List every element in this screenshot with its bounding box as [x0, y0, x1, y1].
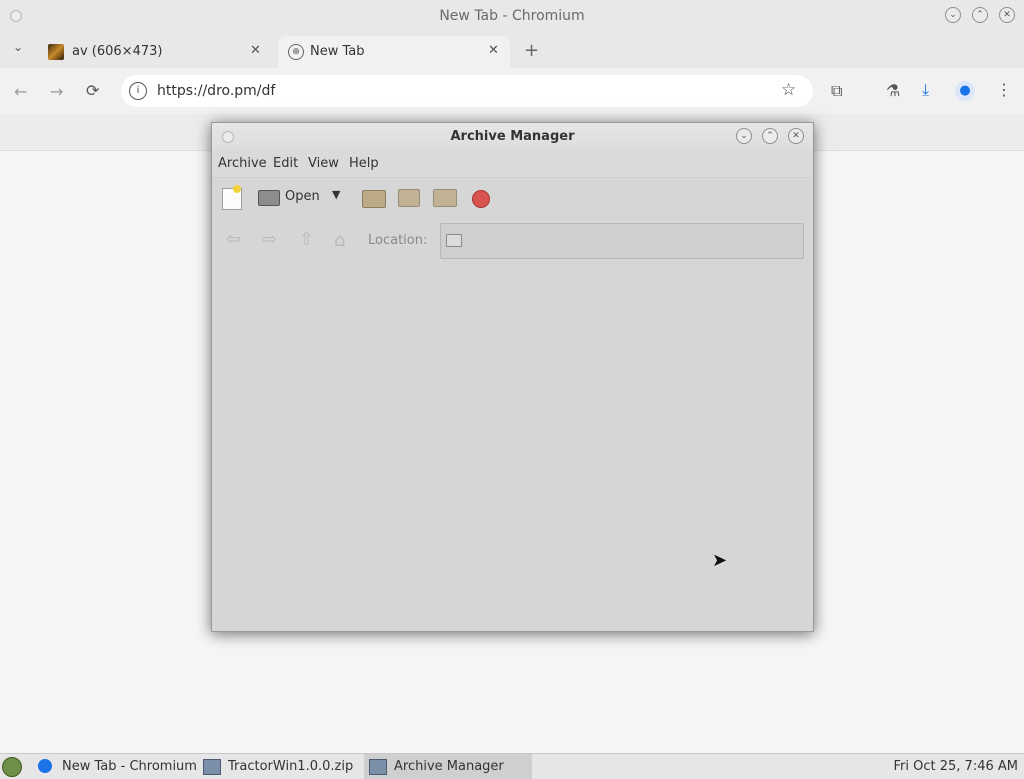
extract-icon[interactable] — [362, 190, 386, 208]
mouse-pointer-icon: ➤ — [712, 550, 728, 571]
minimize-icon[interactable]: ⌄ — [945, 7, 961, 23]
tab-av-close-icon[interactable]: ✕ — [250, 43, 261, 58]
task-tractorwin-label: TractorWin1.0.0.zip — [228, 759, 354, 774]
archive-manager-window: Archive Manager ⌄ ⌃ ✕ Archive Edit View … — [211, 122, 814, 632]
archive-manager-title: Archive Manager — [450, 129, 575, 144]
folder-icon — [446, 234, 462, 247]
open-archive-icon — [258, 190, 280, 206]
task-chromium-label: New Tab - Chromium — [62, 759, 197, 774]
location-label: Location: — [368, 233, 428, 248]
download-icon[interactable]: ⤓ — [922, 80, 929, 100]
add-folder-icon[interactable] — [433, 189, 457, 207]
nav-forward-icon[interactable]: ⇨ — [262, 229, 277, 250]
chromium-icon — [38, 759, 52, 773]
browser-titlebar: New Tab - Chromium ⌄ ⌃ ✕ — [0, 0, 1024, 32]
profile-avatar-icon[interactable]: ● — [955, 81, 975, 101]
bookmark-star-icon[interactable]: ☆ — [781, 80, 796, 100]
open-dropdown-arrow-icon[interactable]: ▼ — [332, 188, 340, 201]
new-star-icon — [233, 185, 241, 193]
menu-help[interactable]: Help — [349, 156, 379, 171]
archive-manager-toolbar: Open ▼ — [212, 177, 813, 220]
am-minimize-icon[interactable]: ⌄ — [736, 128, 752, 144]
archive-manager-app-icon — [369, 759, 387, 775]
archive-file-icon — [203, 759, 221, 775]
taskbar: New Tab - Chromium TractorWin1.0.0.zip A… — [0, 753, 1024, 779]
stop-icon[interactable] — [472, 190, 490, 208]
tab-new-tab-label: New Tab — [310, 44, 365, 59]
start-menu-icon[interactable] — [2, 757, 22, 777]
tab-av[interactable]: av (606×473) ✕ — [36, 36, 272, 68]
maximize-icon[interactable]: ⌃ — [972, 7, 988, 23]
nav-home-icon[interactable]: ⌂ — [334, 230, 345, 251]
tab-av-label: av (606×473) — [72, 44, 163, 59]
tab-new-tab-close-icon[interactable]: ✕ — [488, 43, 499, 58]
tab-search-chevron-icon[interactable]: ⌄ — [13, 40, 23, 54]
menu-edit[interactable]: Edit — [273, 156, 298, 171]
browser-window-title: New Tab - Chromium — [439, 8, 585, 24]
task-archive-manager-label: Archive Manager — [394, 759, 504, 774]
tab-new-tab[interactable]: ⊕ New Tab ✕ — [278, 36, 510, 68]
url-text[interactable]: https://dro.pm/df — [157, 83, 275, 99]
globe-icon: ⊕ — [288, 44, 304, 60]
nav-up-icon[interactable]: ⇧ — [299, 229, 314, 250]
labs-flask-icon[interactable]: ⚗ — [886, 81, 900, 100]
site-info-icon[interactable]: i — [129, 82, 147, 100]
am-close-icon[interactable]: ✕ — [788, 128, 804, 144]
am-maximize-icon[interactable]: ⌃ — [762, 128, 778, 144]
menu-view[interactable]: View — [308, 156, 339, 171]
add-files-icon[interactable] — [398, 189, 420, 207]
archive-manager-menubar: Archive Edit View Help — [212, 151, 813, 177]
reload-icon[interactable]: ⟳ — [86, 81, 99, 100]
close-icon[interactable]: ✕ — [999, 7, 1015, 23]
archive-content-area[interactable] — [212, 263, 813, 631]
archive-manager-titlebar[interactable]: Archive Manager ⌄ ⌃ ✕ — [212, 123, 813, 151]
extensions-puzzle-icon[interactable]: ⧉ — [831, 81, 842, 101]
image-favicon-icon — [48, 44, 64, 60]
nav-back-icon[interactable]: ⇦ — [226, 229, 241, 250]
open-button-label: Open — [285, 189, 320, 204]
forward-arrow-icon[interactable]: → — [50, 82, 63, 101]
address-bar[interactable]: i https://dro.pm/df ☆ — [121, 75, 813, 107]
clock[interactable]: Fri Oct 25, 7:46 AM — [894, 754, 1018, 779]
more-menu-icon[interactable]: ⋮ — [996, 80, 1012, 99]
menu-archive[interactable]: Archive — [218, 156, 267, 171]
new-tab-plus-icon[interactable]: + — [524, 40, 539, 61]
location-input[interactable] — [440, 223, 804, 259]
back-arrow-icon[interactable]: ← — [14, 82, 27, 101]
